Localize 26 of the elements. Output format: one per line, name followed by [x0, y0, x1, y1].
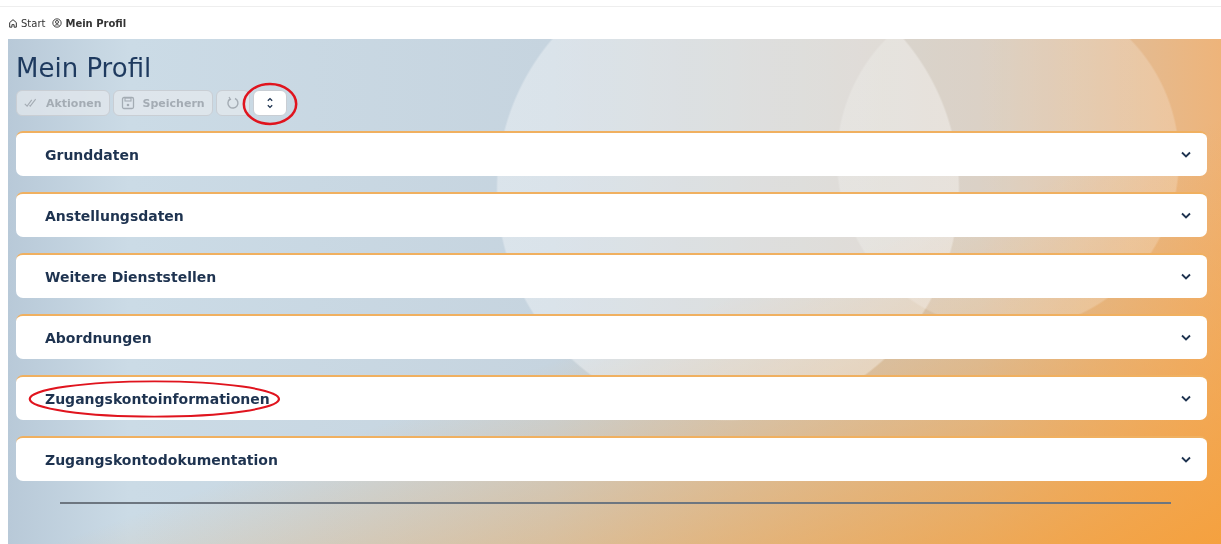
breadcrumb-link[interactable]: Start — [8, 17, 46, 29]
breadcrumb-link[interactable]: Mein Profil — [52, 17, 127, 29]
chevron-down-icon — [1181, 456, 1191, 463]
chevron-down-icon — [1181, 212, 1191, 219]
accordion-header[interactable]: Abordnungen — [16, 314, 1207, 359]
chevron-down-icon — [1181, 273, 1191, 280]
expand-collapse-button[interactable] — [252, 90, 287, 116]
chevron-down-icon — [1181, 395, 1191, 402]
accordion-header[interactable]: Weitere Dienststellen — [16, 253, 1207, 298]
section-title: Anstellungsdaten — [45, 207, 184, 224]
double-check-icon — [24, 96, 38, 110]
accordion-header[interactable]: Grunddaten — [16, 131, 1207, 176]
chevron-down-icon — [1181, 334, 1191, 341]
section-title: Zugangskontoinformationen — [45, 390, 270, 407]
reload-icon — [225, 96, 240, 110]
accordion-header[interactable]: Anstellungsdaten — [16, 192, 1207, 237]
section-title: Weitere Dienststellen — [45, 268, 217, 285]
accordion-header[interactable]: Zugangskontodokumentation — [16, 436, 1207, 481]
page-title: Mein Profil — [16, 53, 153, 83]
section-title: Grunddaten — [45, 146, 139, 163]
home-icon — [8, 18, 18, 28]
chevron-down-icon — [1181, 151, 1191, 158]
accordion-header[interactable]: Zugangskontoinformationen — [16, 375, 1207, 420]
section-title: Zugangskontodokumentation — [45, 451, 278, 468]
user-icon — [52, 18, 63, 28]
section-title: Abordnungen — [45, 329, 152, 346]
